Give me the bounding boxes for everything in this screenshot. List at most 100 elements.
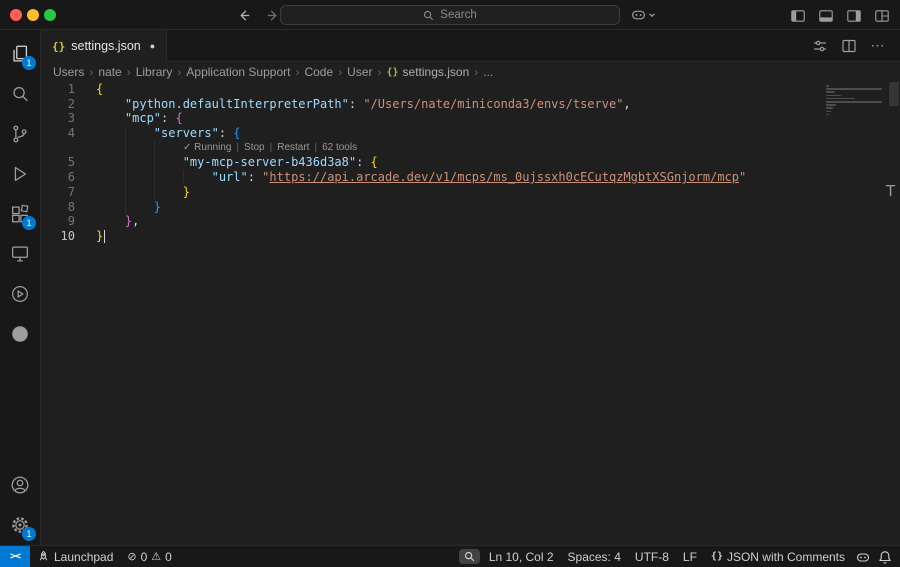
- search-icon: [423, 10, 434, 21]
- remote-indicator-button[interactable]: ><: [0, 546, 30, 567]
- split-editor-button[interactable]: [839, 36, 859, 56]
- code-line[interactable]: 10}: [41, 229, 900, 244]
- indent-guide: [154, 141, 155, 200]
- remote-explorer-icon: [9, 243, 31, 265]
- breadcrumb-separator-icon: ›: [89, 65, 93, 79]
- settings-badge: 1: [22, 527, 36, 541]
- code-line[interactable]: 6 "url": "https://api.arcade.dev/v1/mcps…: [41, 170, 900, 185]
- toggle-panel-button[interactable]: [815, 6, 836, 25]
- sidebar-item-remote-explorer[interactable]: [0, 234, 40, 274]
- search-command-center[interactable]: Search: [280, 5, 620, 25]
- overlay-text-marker: T: [886, 182, 895, 200]
- breadcrumb-item[interactable]: User: [347, 65, 372, 79]
- breadcrumb-item[interactable]: Application Support: [186, 65, 290, 79]
- remote-icon: ><: [10, 551, 20, 562]
- search-view-icon: [9, 83, 31, 105]
- editor-scrollbar[interactable]: [889, 82, 899, 106]
- source-control-icon: [9, 123, 31, 145]
- toggle-primary-sidebar-button[interactable]: [787, 6, 808, 25]
- editor[interactable]: 1{2 "python.defaultInterpreterPath": "/U…: [41, 82, 900, 545]
- code-line[interactable]: 5 "my-mcp-server-b436d3a8": {: [41, 155, 900, 170]
- codelens-action[interactable]: Restart: [277, 142, 309, 153]
- go-back-button[interactable]: [234, 6, 254, 25]
- manage-settings-button[interactable]: 1: [0, 505, 40, 545]
- json-file-icon: {}: [52, 40, 65, 53]
- code-line[interactable]: 8 }: [41, 200, 900, 215]
- code-lines: 1{2 "python.defaultInterpreterPath": "/U…: [41, 82, 900, 244]
- minimap[interactable]: [826, 85, 886, 117]
- indentation-status[interactable]: Spaces: 4: [561, 546, 628, 567]
- minimap-line: [826, 85, 829, 87]
- launchpad-label: Launchpad: [54, 550, 113, 564]
- breadcrumb-item[interactable]: nate: [98, 65, 121, 79]
- copilot-menu-button[interactable]: [631, 7, 656, 22]
- accounts-button[interactable]: [0, 465, 40, 505]
- json-braces-icon: {}: [711, 551, 723, 562]
- minimap-line: [826, 98, 855, 100]
- breadcrumb-file[interactable]: {}settings.json: [387, 65, 470, 79]
- notifications-bell-button[interactable]: [874, 546, 896, 567]
- minimap-line: [826, 91, 835, 93]
- sidebar-item-search[interactable]: [0, 74, 40, 114]
- breadcrumb-separator-icon: ›: [338, 65, 342, 79]
- github-icon: [9, 323, 31, 345]
- maximize-window-button[interactable]: [44, 9, 56, 21]
- code-content: {: [96, 82, 103, 97]
- code-content: }: [96, 229, 105, 244]
- launchpad-status-item[interactable]: Launchpad: [30, 546, 120, 567]
- more-actions-button[interactable]: ⋯: [868, 36, 888, 56]
- sidebar-item-run-circle[interactable]: [0, 274, 40, 314]
- errors-count: 0: [141, 550, 148, 564]
- indent-guide: [125, 126, 126, 214]
- sidebar-item-explorer[interactable]: 1: [0, 34, 40, 74]
- cursor-position-status[interactable]: Ln 10, Col 2: [482, 546, 561, 567]
- codelens-action[interactable]: Stop: [244, 142, 265, 153]
- close-window-button[interactable]: [10, 9, 22, 21]
- tab-settings-json[interactable]: {} settings.json ●: [41, 30, 167, 62]
- breadcrumb-symbol-placeholder[interactable]: ...: [483, 65, 493, 79]
- codelens-action[interactable]: ✓ Running: [183, 142, 231, 153]
- copilot-status-button[interactable]: [852, 546, 874, 567]
- code-content: "url": "https://api.arcade.dev/v1/mcps/m…: [96, 170, 746, 185]
- code-line[interactable]: 4 "servers": {: [41, 126, 900, 141]
- search-placeholder: Search: [440, 9, 476, 21]
- breadcrumb-item[interactable]: Library: [136, 65, 173, 79]
- minimap-line: [826, 101, 882, 103]
- copilot-icon: [631, 7, 646, 22]
- line-number: 7: [41, 185, 75, 200]
- code-line[interactable]: 2 "python.defaultInterpreterPath": "/Use…: [41, 97, 900, 112]
- encoding-status[interactable]: UTF-8: [628, 546, 676, 567]
- open-settings-ui-button[interactable]: [810, 36, 830, 56]
- code-line[interactable]: 1{: [41, 82, 900, 97]
- code-content: "mcp": {: [96, 111, 183, 126]
- sidebar-item-github[interactable]: [0, 314, 40, 354]
- language-mode-status[interactable]: {} JSON with Comments: [704, 546, 852, 567]
- language-label: JSON with Comments: [727, 550, 845, 564]
- modified-dot-icon[interactable]: ●: [150, 41, 155, 51]
- toggle-secondary-sidebar-button[interactable]: [843, 6, 864, 25]
- breadcrumb-separator-icon: ›: [474, 65, 478, 79]
- minimap-line: [826, 114, 829, 116]
- sidebar-item-source-control[interactable]: [0, 114, 40, 154]
- eol-status[interactable]: LF: [676, 546, 704, 567]
- sidebar-item-extensions[interactable]: 1: [0, 194, 40, 234]
- zoom-indicator-button[interactable]: [459, 549, 480, 564]
- indent-guide: [183, 170, 184, 185]
- code-line[interactable]: 7 }: [41, 185, 900, 200]
- breadcrumb-item[interactable]: Code: [304, 65, 333, 79]
- code-line[interactable]: 9 },: [41, 214, 900, 229]
- line-number: 6: [41, 170, 75, 185]
- code-line[interactable]: 3 "mcp": {: [41, 111, 900, 126]
- json-file-icon: {}: [387, 67, 399, 78]
- minimize-window-button[interactable]: [27, 9, 39, 21]
- code-content: "servers": {: [96, 126, 241, 141]
- tab-strip: {} settings.json ● ⋯: [41, 30, 900, 62]
- customize-layout-button[interactable]: [871, 6, 892, 25]
- warnings-count: 0: [165, 550, 172, 564]
- go-forward-button[interactable]: [262, 6, 282, 25]
- breadcrumb-item[interactable]: Users: [53, 65, 84, 79]
- codelens-action[interactable]: 62 tools: [322, 142, 357, 153]
- problems-status-item[interactable]: ⊘ 0 ⚠ 0: [120, 546, 178, 567]
- sidebar-item-run-debug[interactable]: [0, 154, 40, 194]
- minimap-line: [826, 95, 841, 97]
